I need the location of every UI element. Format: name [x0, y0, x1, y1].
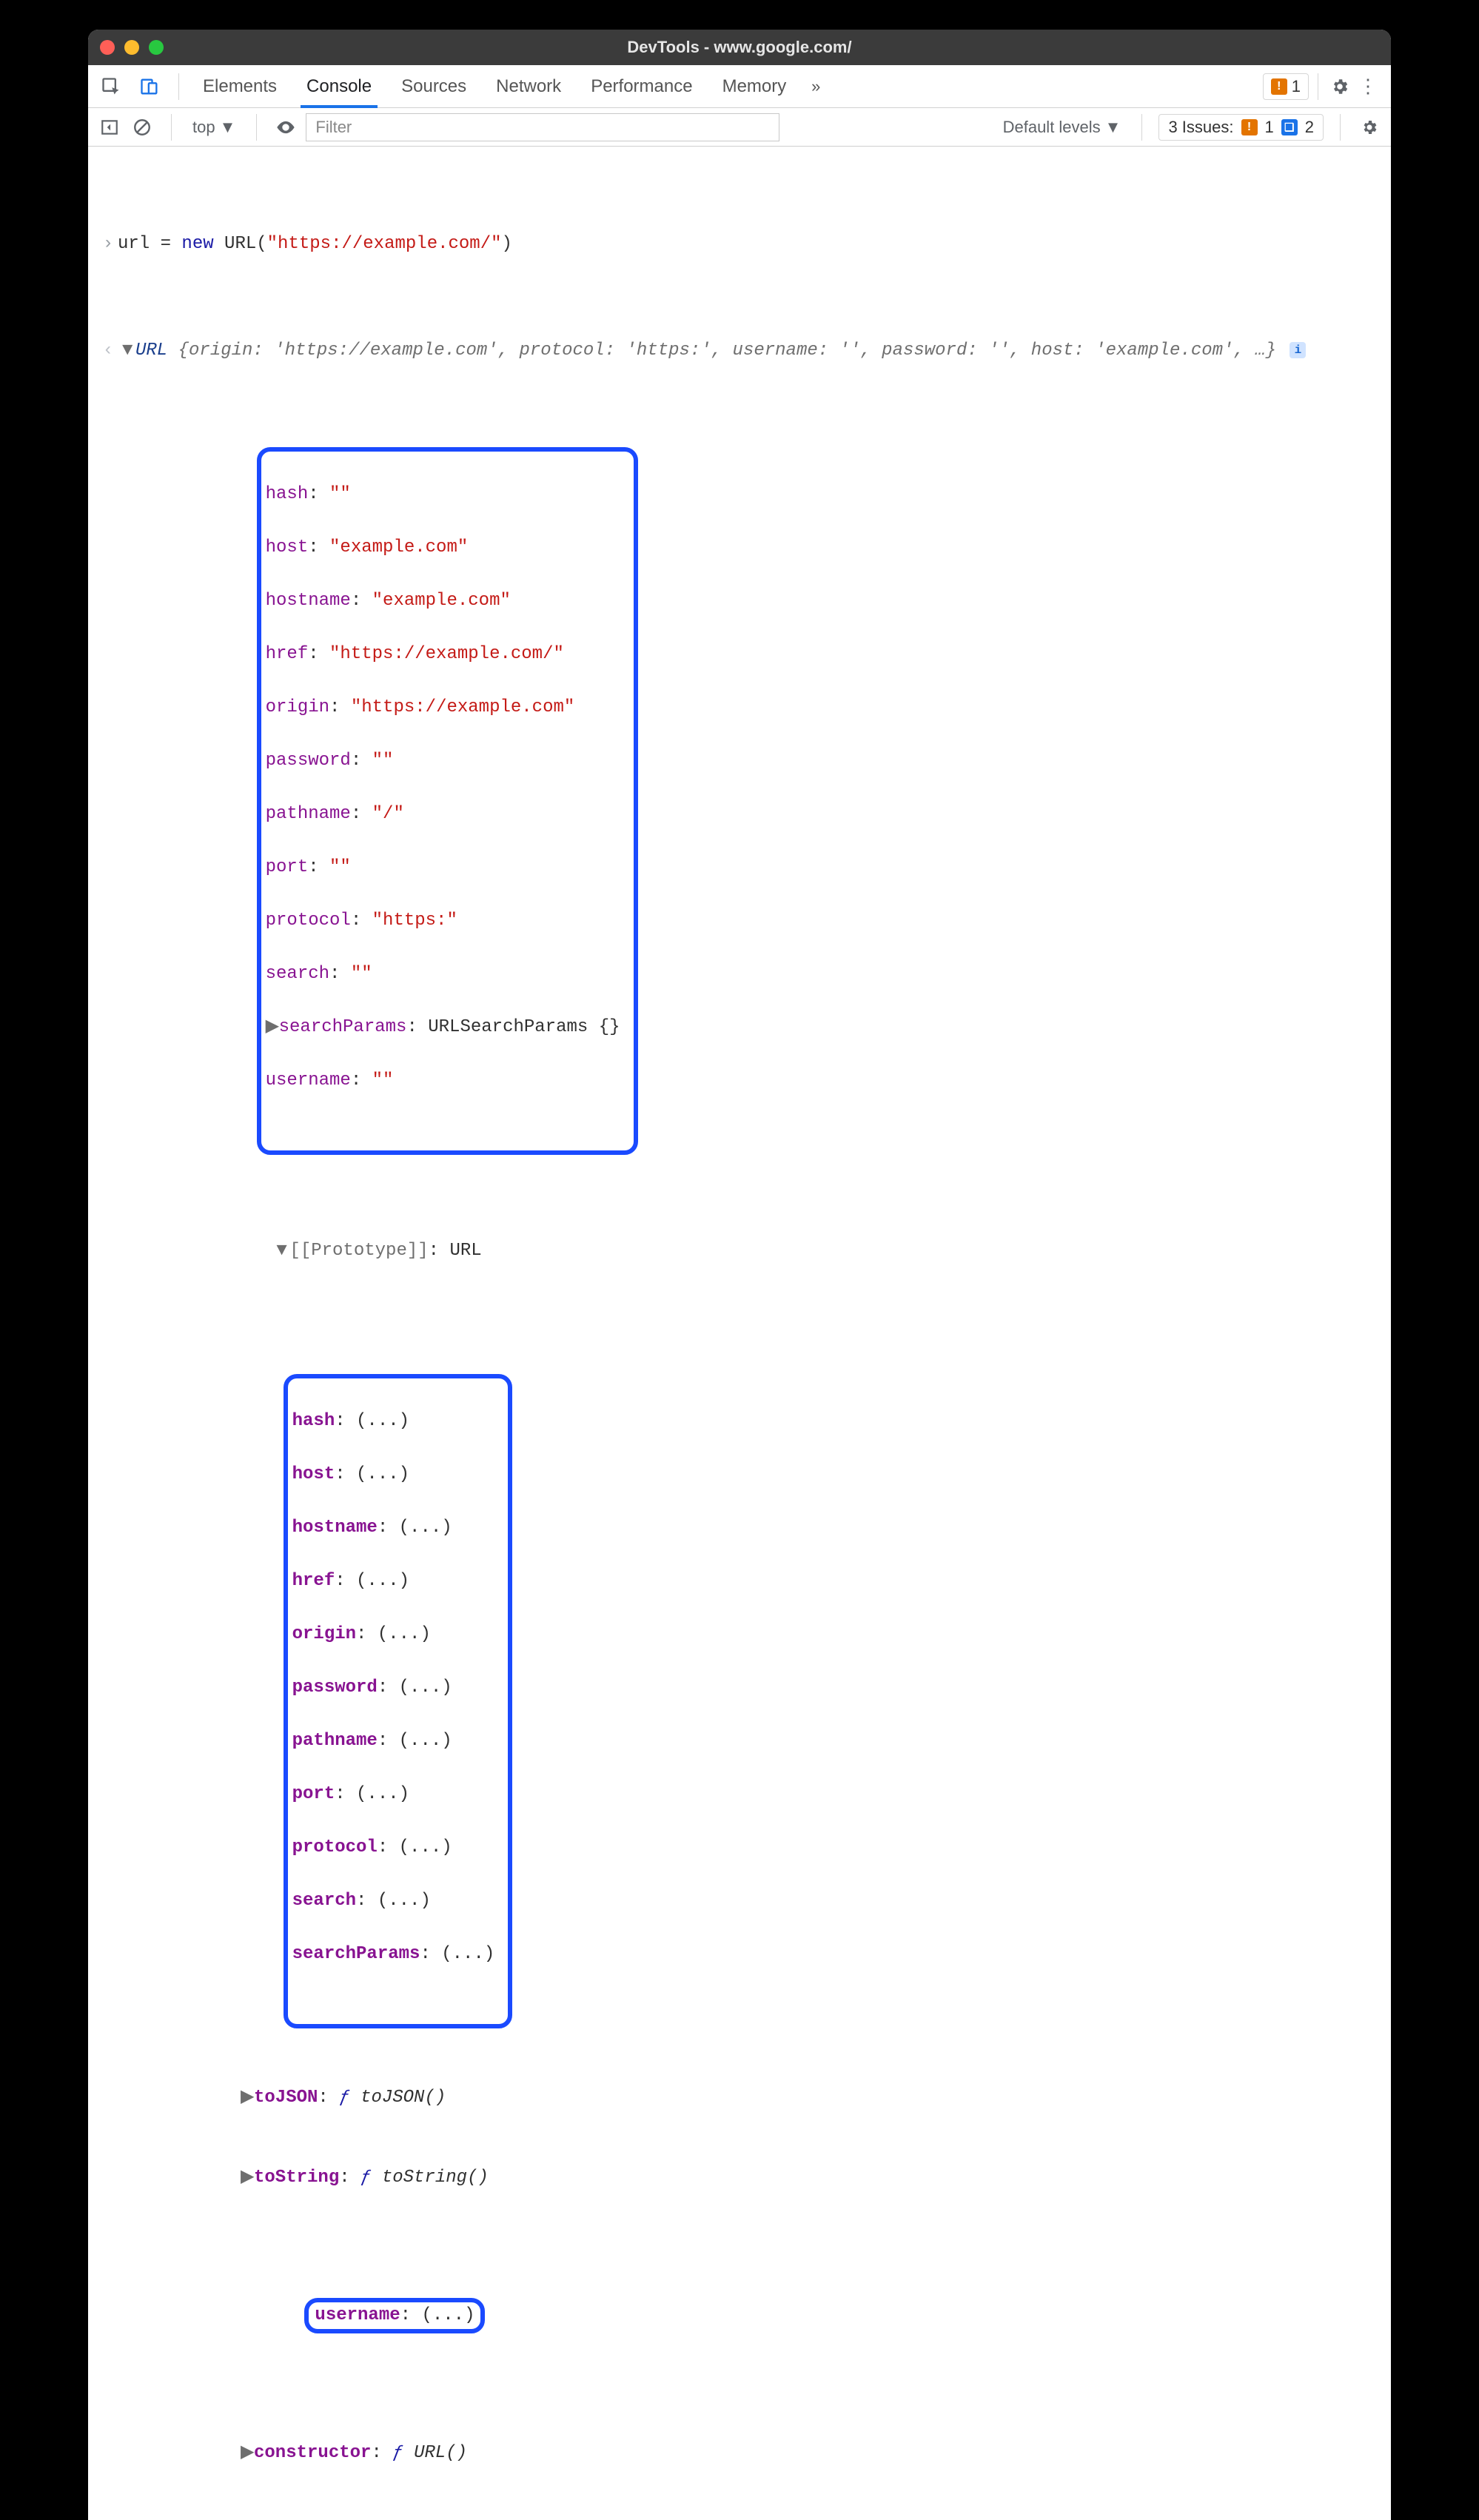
console-settings-gear-icon[interactable]: [1357, 115, 1382, 140]
issues-chip[interactable]: 3 Issues: ! 1 ❑ 2: [1158, 114, 1324, 141]
close-window-button[interactable]: [100, 40, 115, 55]
result-icon: ‹: [98, 338, 118, 364]
warning-icon: !: [1271, 78, 1287, 95]
prop-row[interactable]: ▶constructor: ƒ URL(): [88, 2440, 1391, 2467]
prop-row: password: "": [266, 748, 620, 774]
divider: [1141, 114, 1142, 141]
clear-console-icon[interactable]: [130, 115, 155, 140]
prop-row: search: (...): [292, 1888, 495, 1914]
more-menu-icon[interactable]: ⋮: [1352, 75, 1384, 98]
device-toolbar-icon[interactable]: [137, 74, 162, 99]
prop-row: protocol: (...): [292, 1834, 495, 1861]
expand-toggle-icon[interactable]: ▼: [276, 1238, 289, 1264]
prop-row: href: "https://example.com/": [266, 641, 620, 668]
console-output[interactable]: › url = new URL("https://example.com/") …: [88, 147, 1391, 2520]
prop-row: pathname: (...): [292, 1728, 495, 1755]
tab-performance[interactable]: Performance: [576, 65, 707, 107]
prop-row: searchParams: (...): [292, 1941, 495, 1968]
inspect-element-icon[interactable]: [98, 74, 124, 99]
console-input-row[interactable]: › url = new URL("https://example.com/"): [88, 231, 1391, 258]
zoom-window-button[interactable]: [149, 40, 164, 55]
issues-warning-count: 1: [1292, 77, 1301, 96]
issues-warn-count: 1: [1265, 118, 1274, 137]
settings-gear-icon[interactable]: [1327, 74, 1352, 99]
info-badge-icon[interactable]: i: [1289, 342, 1306, 358]
tab-elements[interactable]: Elements: [188, 65, 292, 107]
divider: [1340, 114, 1341, 141]
issues-warning-badge[interactable]: ! 1: [1263, 73, 1309, 100]
prop-row: ▶searchParams: URLSearchParams {}: [266, 1014, 620, 1041]
highlighted-proto-accessors: hash: (...) host: (...) hostname: (...) …: [284, 1374, 513, 2028]
prototype-header-row[interactable]: ▼[[Prototype]]: URL: [88, 1211, 1391, 1291]
expand-toggle-icon[interactable]: ▶: [241, 2440, 254, 2467]
devtools-window: DevTools - www.google.com/ Elements Cons…: [88, 30, 1391, 2520]
prop-row: href: (...): [292, 1568, 495, 1595]
live-expression-eye-icon[interactable]: [273, 115, 298, 140]
tab-console[interactable]: Console: [292, 65, 386, 107]
execution-context-select[interactable]: top ▼: [188, 118, 240, 137]
prop-row: origin: "https://example.com": [266, 694, 620, 721]
tab-overflow-button[interactable]: »: [801, 65, 831, 107]
prompt-icon: ›: [98, 231, 118, 258]
prop-row: port: (...): [292, 1781, 495, 1808]
prop-row: protocol: "https:": [266, 908, 620, 934]
expand-toggle-icon[interactable]: ▶: [266, 1014, 279, 1041]
prop-row: host: (...): [292, 1461, 495, 1488]
chevron-down-icon: ▼: [220, 118, 236, 137]
log-level-label: Default levels: [1003, 118, 1101, 137]
prop-row: hash: (...): [292, 1408, 495, 1435]
divider: [178, 73, 179, 100]
issues-label: 3 Issues:: [1168, 118, 1233, 137]
traffic-lights: [100, 40, 164, 55]
console-filter-input[interactable]: [306, 113, 779, 141]
divider: [171, 114, 172, 141]
expand-toggle-icon[interactable]: ▼: [122, 338, 135, 364]
tab-memory[interactable]: Memory: [708, 65, 802, 107]
prop-row: search: "": [266, 961, 620, 988]
prop-row: password: (...): [292, 1675, 495, 1701]
expand-toggle-icon[interactable]: ▶: [241, 2085, 254, 2111]
prop-row: hash: "": [266, 481, 620, 508]
tab-network[interactable]: Network: [481, 65, 576, 107]
prop-row[interactable]: ▶toString: ƒ toString(): [88, 2165, 1391, 2191]
log-level-select[interactable]: Default levels ▼: [1003, 118, 1126, 137]
issues-info-count: 2: [1305, 118, 1314, 137]
prop-row: hostname: (...): [292, 1515, 495, 1541]
expand-toggle-icon[interactable]: ▶: [241, 2165, 254, 2191]
prop-row: host: "example.com": [266, 535, 620, 561]
prop-row: port: "": [266, 854, 620, 881]
panel-tabstrip: Elements Console Sources Network Perform…: [88, 65, 1391, 108]
highlighted-username-accessor: username: (...): [88, 2271, 1391, 2360]
execution-context-label: top: [192, 118, 215, 137]
minimize-window-button[interactable]: [124, 40, 139, 55]
divider: [256, 114, 257, 141]
highlighted-own-props: hash: "" host: "example.com" hostname: "…: [257, 447, 638, 1155]
chevron-down-icon: ▼: [1105, 118, 1121, 137]
console-toolbar: top ▼ Default levels ▼ 3 Issues: ! 1 ❑ 2: [88, 108, 1391, 147]
tab-sources[interactable]: Sources: [386, 65, 481, 107]
prop-row: origin: (...): [292, 1621, 495, 1648]
prop-row: username: "": [266, 1068, 620, 1094]
window-titlebar: DevTools - www.google.com/: [88, 30, 1391, 65]
window-title: DevTools - www.google.com/: [88, 38, 1391, 57]
prop-row: pathname: "/": [266, 801, 620, 828]
info-icon: ❑: [1281, 119, 1298, 135]
warning-icon: !: [1241, 119, 1258, 135]
console-result-preview[interactable]: ‹ ▼URL {origin: 'https://example.com', p…: [88, 338, 1391, 364]
prop-row: hostname: "example.com": [266, 588, 620, 614]
console-sidebar-toggle-icon[interactable]: [97, 115, 122, 140]
prop-row[interactable]: ▶toJSON: ƒ toJSON(): [88, 2085, 1391, 2111]
